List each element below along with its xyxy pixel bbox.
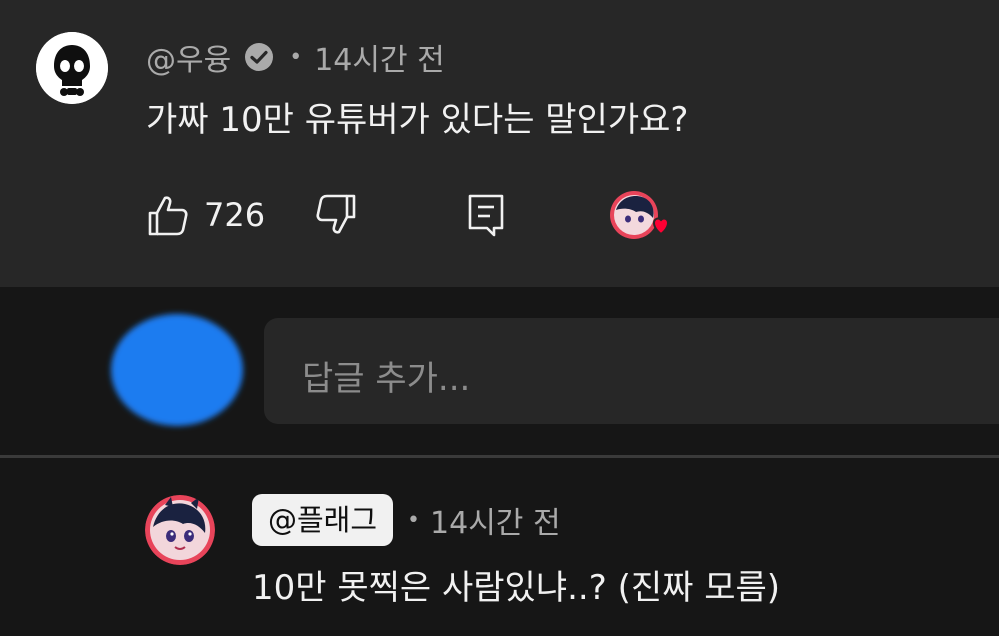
comment-author[interactable]: @우융	[146, 35, 231, 79]
reply-input[interactable]: 답글 추가...	[264, 318, 999, 424]
comment-actions: 726	[146, 190, 706, 240]
reply-author-avatar[interactable]	[145, 495, 215, 565]
author-avatar[interactable]	[36, 32, 108, 104]
reply-text: 10만 못찍은 사람있냐..? (진짜 모름)	[252, 568, 781, 608]
reply-comment-icon	[468, 194, 504, 237]
reply-button[interactable]	[466, 190, 506, 240]
skull-icon	[36, 32, 108, 104]
comment-time: 14시간 전	[314, 43, 445, 78]
reply-separator-dot: •	[407, 507, 421, 533]
creator-heart	[608, 190, 672, 250]
reply-input-placeholder: 답글 추가...	[302, 359, 471, 399]
like-count: 726	[204, 196, 266, 234]
separator-dot: •	[289, 44, 303, 70]
thumbs-up-icon	[148, 196, 188, 236]
current-user-avatar	[104, 308, 250, 432]
creator-heart-icon	[610, 191, 670, 239]
like-button[interactable]: 726	[146, 190, 265, 240]
reply-header: @플래그 • 14시간 전	[252, 494, 561, 546]
thumbs-down-icon	[316, 194, 356, 234]
comment-text: 가짜 10만 유튜버가 있다는 말인가요?	[146, 100, 689, 140]
reply-author-chip[interactable]: @플래그	[252, 494, 394, 546]
dislike-button[interactable]	[314, 190, 358, 240]
comment-header: @우융 • 14시간 전	[146, 35, 445, 79]
reply-time: 14시간 전	[430, 506, 561, 541]
verified-check-icon	[243, 41, 275, 73]
